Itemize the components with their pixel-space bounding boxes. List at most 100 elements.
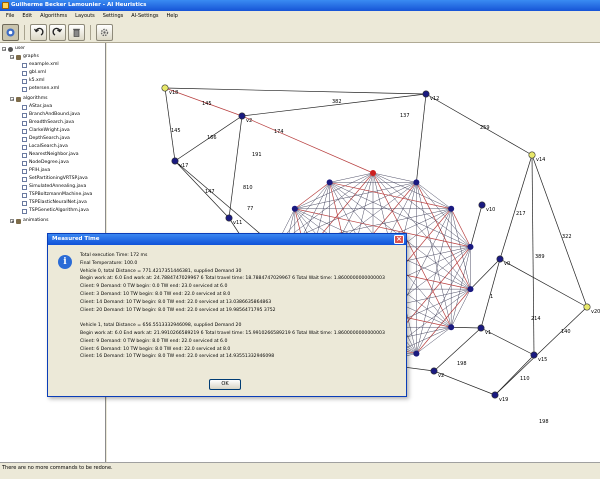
graph-node[interactable] <box>478 201 486 209</box>
tree-item-graph[interactable]: gbl.xml <box>22 69 46 77</box>
menu-ai-settings[interactable]: AI-Settings <box>127 11 162 22</box>
folder-icon <box>16 96 21 102</box>
menu-settings[interactable]: Settings <box>99 11 128 22</box>
graph-edge <box>416 182 471 290</box>
menu-algorithms[interactable]: Algorithms <box>36 11 71 22</box>
delete-button[interactable] <box>68 23 85 41</box>
graph-node[interactable] <box>413 350 420 357</box>
graph-node[interactable] <box>291 205 298 212</box>
file-icon <box>22 184 27 190</box>
expand-icon[interactable]: + <box>10 219 14 224</box>
node-label: v15 <box>538 357 547 363</box>
dialog-line: Begin work at: 6.0 End work at: 21.99102… <box>80 330 385 336</box>
ok-button[interactable]: OK <box>209 379 241 390</box>
redo-icon <box>52 27 63 36</box>
file-icon <box>22 208 27 214</box>
file-icon <box>22 168 27 174</box>
graph-node[interactable] <box>326 179 333 186</box>
menu-layouts[interactable]: Layouts <box>71 11 99 22</box>
tree-item-graph[interactable]: k5.xml <box>22 77 45 85</box>
tree-item-algorithm[interactable]: PFIH.java <box>22 167 50 175</box>
collapse-icon[interactable]: − <box>10 55 14 60</box>
file-icon <box>22 160 27 166</box>
close-icon[interactable]: × <box>394 235 404 244</box>
graph-node[interactable] <box>467 286 474 293</box>
node-label: v17 <box>179 163 188 169</box>
menu-help[interactable]: Help <box>163 11 182 22</box>
redo-button[interactable] <box>49 23 66 41</box>
graph-node[interactable] <box>430 367 438 375</box>
graph-node[interactable] <box>238 112 246 120</box>
tree-item-graph[interactable]: petersen.xml <box>22 85 59 93</box>
graph-node[interactable] <box>477 324 485 332</box>
graph-edge <box>174 160 230 219</box>
dialog-message: Total execution Time: 172 ms Final Tempe… <box>80 252 402 361</box>
graph-edge <box>241 93 427 117</box>
tree-item-algorithm[interactable]: TSPBoltzmannMachine.java <box>22 191 92 199</box>
tree-folder-algorithms[interactable]: − algorithms <box>10 95 48 103</box>
edge-weight-label: 166 <box>207 135 217 141</box>
file-icon <box>22 70 27 76</box>
collapse-icon[interactable]: − <box>2 47 6 52</box>
edge-weight-label: 198 <box>539 419 549 425</box>
graph-node[interactable] <box>491 391 499 399</box>
user-icon <box>8 46 13 52</box>
graph-node[interactable] <box>496 255 504 263</box>
tree-item-algorithm[interactable]: AStar.java <box>22 103 52 111</box>
graph-node[interactable] <box>448 324 455 331</box>
tree-folder-animations[interactable]: + animations <box>10 217 49 225</box>
node-label: v12 <box>430 96 439 102</box>
node-label: v2 <box>438 373 444 379</box>
menu-file[interactable]: File <box>2 11 18 22</box>
graph-node[interactable] <box>422 90 430 98</box>
graph-node[interactable] <box>528 151 536 159</box>
dialog-titlebar: Measured Time × <box>48 234 406 245</box>
tree-root[interactable]: − user <box>2 45 25 53</box>
collapse-icon[interactable]: − <box>10 97 14 102</box>
menu-edit[interactable]: Edit <box>18 11 36 22</box>
tree-item-algorithm[interactable]: SetPartitioningVRTSP.java <box>22 175 88 183</box>
graph-node[interactable] <box>225 214 233 222</box>
graph-edge <box>228 115 243 219</box>
tree-item-algorithm[interactable]: ClarkeWright.java <box>22 127 70 135</box>
node-label: v19 <box>499 397 508 403</box>
graph-node[interactable] <box>448 205 455 212</box>
tree-item-algorithm[interactable]: NearestNeighbor.java <box>22 151 79 159</box>
graph-node[interactable] <box>583 303 591 311</box>
graph-edge <box>241 115 374 174</box>
settings-button[interactable] <box>96 23 113 41</box>
graph-node[interactable] <box>413 179 420 186</box>
undo-button[interactable] <box>30 23 47 41</box>
tree-item-algorithm[interactable]: TSPGeneticAlgorithm.java <box>22 207 89 215</box>
file-icon <box>22 62 27 68</box>
graph-edge <box>451 326 482 329</box>
graph-node[interactable] <box>467 243 474 250</box>
file-icon <box>22 104 27 110</box>
app-icon <box>2 2 9 9</box>
tree-item-algorithm[interactable]: BreadthSearch.java <box>22 119 74 127</box>
node-label: v1 <box>485 330 491 336</box>
graph-node[interactable] <box>530 351 538 359</box>
edge-weight-label: 382 <box>332 99 342 105</box>
window-title: Guilherme Becker Lamounier - AI Heuristi… <box>11 2 147 8</box>
edge-weight-label: 77 <box>247 206 253 212</box>
dialog-line: Client: 3 Demand: 10 TW begin: 8.0 TW en… <box>80 291 231 297</box>
run-icon <box>6 28 15 36</box>
tree-item-graph[interactable]: example.xml <box>22 61 59 69</box>
tree-folder-graphs[interactable]: − graphs <box>10 53 39 61</box>
file-icon <box>22 86 27 92</box>
tree-item-algorithm[interactable]: NodeDegree.java <box>22 159 69 167</box>
graph-node[interactable] <box>370 170 376 176</box>
dialog-line: Vehicle 1, total Distance = 656.55133329… <box>80 323 242 329</box>
tree-item-algorithm[interactable]: SimulatedAnnealing.java <box>22 183 86 191</box>
run-button[interactable] <box>2 23 19 41</box>
dialog-line: Client: 14 Demand: 10 TW begin: 8.0 TW e… <box>80 299 272 305</box>
graph-node[interactable] <box>161 84 169 92</box>
tree-item-algorithm[interactable]: TSPElasticNeuralNet.java <box>22 199 87 207</box>
tree-item-algorithm[interactable]: DepthSearch.java <box>22 135 70 143</box>
graph-edge <box>450 208 471 248</box>
edge-weight-label: 217 <box>516 211 526 217</box>
graph-node[interactable] <box>171 157 179 165</box>
tree-item-algorithm[interactable]: BranchAndBound.java <box>22 111 80 119</box>
tree-item-algorithm[interactable]: LocalSearch.java <box>22 143 68 151</box>
